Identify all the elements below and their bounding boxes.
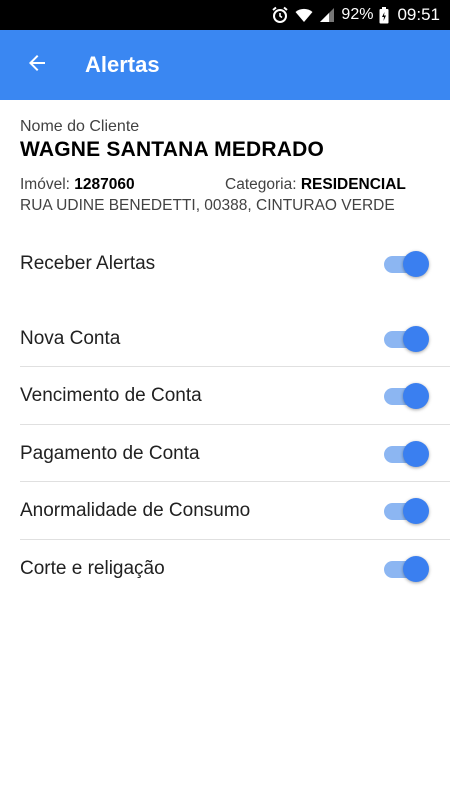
clock: 09:51 [397,5,440,24]
client-info: Nome do Cliente WAGNE SANTANA MEDRADO Im… [20,118,430,215]
setting-label: Nova Conta [20,327,121,349]
receber-alertas-switch[interactable] [382,250,430,278]
vencimento-conta-switch[interactable] [382,382,430,410]
categoria-field: Categoria: RESIDENCIAL [225,176,406,194]
setting-label: Receber Alertas [20,252,156,274]
arrow-left-icon [25,51,49,80]
categoria-value: RESIDENCIAL [300,176,406,193]
imovel-label: Imóvel: [20,176,70,193]
anormalidade-consumo-switch[interactable] [382,497,430,525]
setting-label: Vencimento de Conta [20,384,202,406]
switch-thumb [403,497,429,524]
battery-icon [379,6,389,24]
setting-anormalidade-consumo: Anormalidade de Consumo [0,482,450,539]
client-name: WAGNE SANTANA MEDRADO [20,138,325,161]
setting-label: Anormalidade de Consumo [20,499,251,521]
switch-thumb [403,440,429,467]
status-bar: 92% 09:51 [0,0,450,30]
setting-vencimento-conta: Vencimento de Conta [0,367,450,424]
switch-thumb [403,325,429,352]
imovel-field: Imóvel: 1287060 [20,176,225,194]
setting-nova-conta: Nova Conta [0,310,450,367]
categoria-label: Categoria: [225,176,297,193]
back-button[interactable] [5,30,69,100]
setting-label: Pagamento de Conta [20,442,200,464]
battery-percent: 92% [341,6,374,23]
setting-label: Corte e religação [20,557,165,579]
nova-conta-switch[interactable] [382,325,430,353]
setting-corte-religacao: Corte e religação [0,540,450,597]
setting-pagamento-conta: Pagamento de Conta [0,425,450,482]
imovel-value: 1287060 [74,176,135,193]
page-title: Alertas [85,52,160,77]
switch-thumb [403,555,429,582]
wifi-icon [295,7,313,23]
signal-icon [319,7,335,23]
property-row: Imóvel: 1287060 Categoria: RESIDENCIAL [20,176,430,194]
switch-thumb [403,250,429,277]
alarm-clock-icon [271,6,289,24]
setting-receber-alertas: Receber Alertas [0,235,450,292]
pagamento-conta-switch[interactable] [382,440,430,468]
switch-thumb [403,382,429,409]
client-name-label: Nome do Cliente [20,118,140,135]
corte-religacao-switch[interactable] [382,555,430,583]
client-address: RUA UDINE BENEDETTI, 00388, CINTURAO VER… [20,197,395,214]
app-bar: Alertas [0,30,450,100]
